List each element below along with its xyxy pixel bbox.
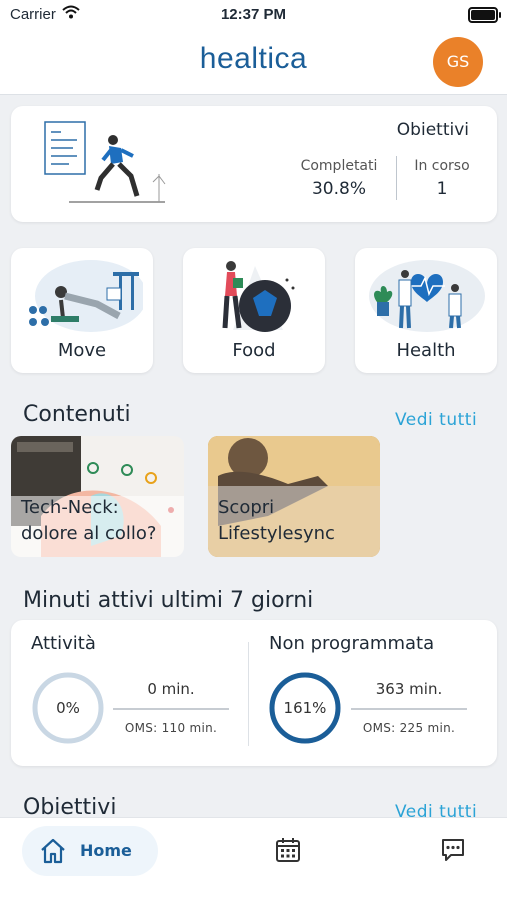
divider [351, 708, 467, 710]
content-title-line: Scopri [218, 497, 275, 518]
contents-see-all-link[interactable]: Vedi tutti [395, 410, 477, 430]
status-bar: Carrier 12:37 PM [0, 0, 507, 30]
content-title-line: Lifestylesync [218, 523, 335, 544]
clock: 12:37 PM [220, 6, 287, 23]
content-title: Tech-Neck: dolore al collo? [21, 495, 156, 547]
active-minutes-card: Attività 0% 0 min. OMS: 110 min. Non pro… [11, 620, 497, 766]
unscheduled-percent: 161% [283, 699, 327, 717]
tab-home-label: Home [80, 841, 132, 860]
content-card-lifestylesync[interactable]: Scopri Lifestylesync [208, 436, 380, 557]
category-move-card[interactable]: Move [11, 248, 153, 373]
goals-title: Obiettivi [396, 120, 469, 140]
goals-summary-card[interactable]: Obiettivi Completati 30.8% In corso 1 [11, 106, 497, 222]
contents-title: Contenuti [23, 402, 131, 427]
divider [396, 156, 397, 200]
home-icon [41, 838, 65, 864]
workout-illustration [29, 260, 143, 332]
activity-label: Attività [31, 633, 96, 654]
runner-illustration [44, 121, 166, 203]
tab-bar: Home [0, 817, 507, 901]
in-progress-label: In corso [414, 158, 470, 174]
in-progress-value: 1 [436, 179, 448, 199]
content-title-line: dolore al collo? [21, 523, 157, 544]
tab-home[interactable]: Home [22, 826, 158, 876]
category-health-card[interactable]: Health [355, 248, 497, 373]
calendar-icon [276, 838, 300, 862]
active-minutes-title: Minuti attivi ultimi 7 giorni [23, 588, 314, 613]
category-label: Health [396, 340, 456, 361]
unscheduled-progress-ring: 161% [268, 671, 342, 749]
avatar[interactable]: GS [433, 37, 483, 87]
completed-label: Completati [300, 158, 378, 174]
content-title: Scopri Lifestylesync [218, 495, 335, 547]
divider [248, 642, 249, 746]
divider [113, 708, 229, 710]
unscheduled-minutes: 363 min. [375, 680, 443, 698]
content-title-line: Tech-Neck: [21, 497, 119, 518]
tab-calendar[interactable] [274, 836, 302, 868]
unscheduled-label: Non programmata [269, 633, 435, 654]
health-illustration [369, 260, 485, 332]
unscheduled-oms: OMS: 225 min. [362, 721, 456, 735]
tab-messages[interactable] [439, 836, 467, 868]
chat-icon [442, 839, 464, 861]
content-card-tech-neck[interactable]: Tech-Neck: dolore al collo? [11, 436, 184, 557]
activity-minutes: 0 min. [147, 680, 195, 698]
battery-icon [468, 7, 501, 23]
activity-oms: OMS: 110 min. [124, 721, 218, 735]
activity-percent: 0% [56, 699, 80, 717]
category-food-card[interactable]: Food [183, 248, 325, 373]
food-illustration [222, 261, 295, 332]
app-logo: healtica [199, 42, 308, 75]
completed-value: 30.8% [311, 179, 366, 199]
app-header: healtica GS [0, 30, 507, 95]
category-label: Move [57, 340, 107, 361]
category-label: Food [232, 340, 276, 361]
activity-progress-ring: 0% [31, 671, 105, 749]
